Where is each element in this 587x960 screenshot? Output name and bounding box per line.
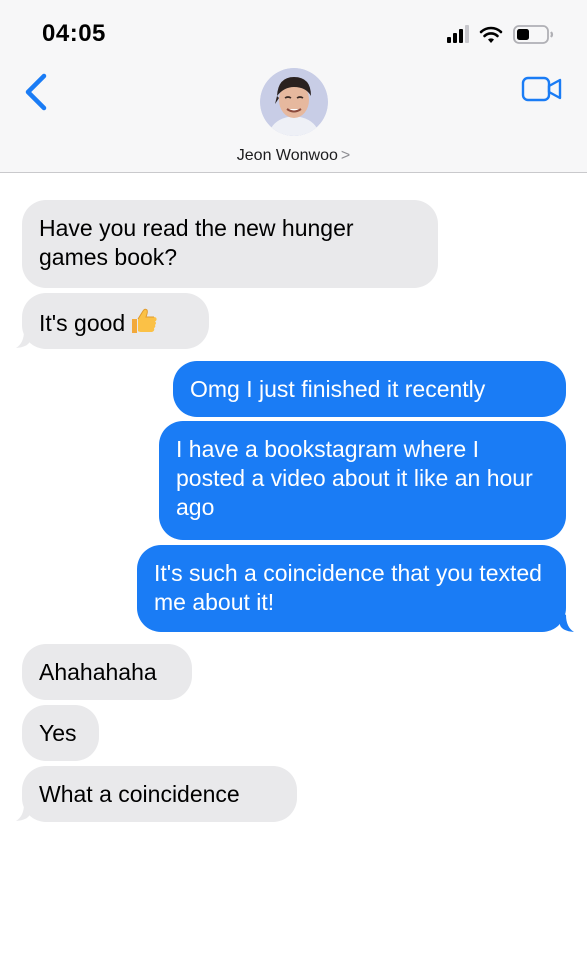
chevron-right-icon: > — [340, 147, 351, 164]
battery-icon — [513, 25, 554, 44]
message-bubble-sent[interactable]: It's such a coincidence that you texted … — [137, 545, 566, 632]
message-text: I have a bookstagram where I posted a vi… — [176, 436, 533, 520]
message-text: It's good — [39, 310, 126, 336]
video-camera-icon[interactable] — [521, 74, 563, 104]
message-bubble-received[interactable]: What a coincidence — [22, 766, 297, 822]
message-bubble-sent[interactable]: I have a bookstagram where I posted a vi… — [159, 421, 566, 540]
message-bubble-received[interactable]: Yes — [22, 705, 99, 761]
status-icons — [447, 25, 554, 44]
signal-icon — [447, 25, 469, 43]
contact-name-text: Jeon Wonwoo — [236, 147, 338, 164]
bubble-tail-icon — [16, 800, 30, 821]
thumbs-up-icon — [132, 308, 157, 333]
avatar[interactable] — [260, 68, 328, 136]
message-text: Have you read the new hunger games book? — [39, 215, 354, 270]
message-bubble-sent[interactable]: Omg I just finished it recently — [173, 361, 566, 417]
message-bubble-received[interactable]: It's good — [22, 293, 209, 349]
message-text: Ahahahaha — [39, 659, 157, 685]
bubble-tail-icon — [560, 611, 574, 632]
message-text: Omg I just finished it recently — [190, 376, 486, 402]
contact-photo-icon — [260, 68, 328, 136]
messages-screen: 04:05 Jeon Wonwoo > Have you read the ne… — [0, 0, 587, 960]
status-time: 04:05 — [42, 20, 106, 47]
bubble-tail-icon — [16, 327, 30, 348]
message-text: It's such a coincidence that you texted … — [154, 560, 542, 615]
wifi-icon — [479, 26, 503, 43]
back-chevron-icon[interactable] — [20, 70, 56, 116]
message-text: What a coincidence — [39, 781, 240, 807]
conversation-header: 04:05 Jeon Wonwoo > — [0, 0, 587, 173]
contact-name[interactable]: Jeon Wonwoo > — [0, 147, 587, 165]
message-bubble-received[interactable]: Have you read the new hunger games book? — [22, 200, 438, 288]
message-bubble-received[interactable]: Ahahahaha — [22, 644, 192, 700]
message-text: Yes — [39, 720, 77, 746]
